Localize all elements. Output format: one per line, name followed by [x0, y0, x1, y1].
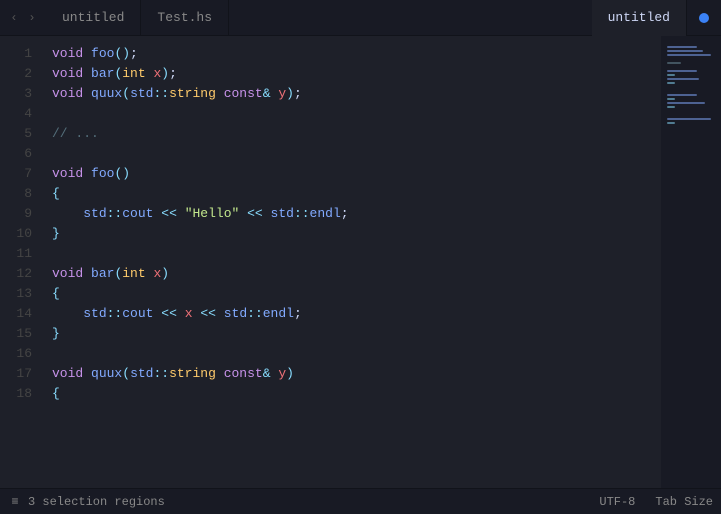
line-num: 4: [0, 104, 32, 124]
line-num: 16: [0, 344, 32, 364]
line-num: 12: [0, 264, 32, 284]
selection-text[interactable]: 3 selection regions: [28, 495, 165, 509]
status-bar: ≡ 3 selection regions UTF-8 Tab Size: [0, 488, 721, 514]
code-line-2: void bar(int x);: [52, 64, 661, 84]
line-num: 15: [0, 324, 32, 344]
line-num: 7: [0, 164, 32, 184]
tab-size-label[interactable]: Tab Size: [655, 495, 713, 509]
line-num: 9: [0, 204, 32, 224]
code-line-14: std::cout << x << std::endl;: [52, 304, 661, 324]
tab-label: Test.hs: [157, 10, 212, 25]
code-line-18: {: [52, 384, 661, 404]
code-line-12: void bar(int x): [52, 264, 661, 284]
line-num: 8: [0, 184, 32, 204]
status-left: ≡ 3 selection regions: [8, 495, 165, 509]
code-line-10: }: [52, 224, 661, 244]
status-right: UTF-8 Tab Size: [599, 495, 713, 509]
minimap: [661, 36, 721, 488]
line-num: 5: [0, 124, 32, 144]
code-line-7: void foo(): [52, 164, 661, 184]
line-num: 14: [0, 304, 32, 324]
line-num: 18: [0, 384, 32, 404]
selection-icon: ≡: [8, 495, 22, 509]
tab-bar: ‹ › untitled Test.hs untitled: [0, 0, 721, 36]
forward-button[interactable]: ›: [24, 10, 40, 26]
code-line-6: [52, 144, 661, 164]
code-line-11: [52, 244, 661, 264]
line-num: 6: [0, 144, 32, 164]
line-num: 17: [0, 364, 32, 384]
code-line-4: [52, 104, 661, 124]
code-line-5: // ...: [52, 124, 661, 144]
code-line-9: std::cout << "Hello" << std::endl;: [52, 204, 661, 224]
line-num: 3: [0, 84, 32, 104]
line-num: 11: [0, 244, 32, 264]
line-num: 2: [0, 64, 32, 84]
back-button[interactable]: ‹: [6, 10, 22, 26]
tab-untitled-1[interactable]: untitled: [46, 0, 141, 36]
code-line-8: {: [52, 184, 661, 204]
encoding-label[interactable]: UTF-8: [599, 495, 635, 509]
tab-right-area: [687, 13, 721, 23]
line-num: 13: [0, 284, 32, 304]
line-numbers: 1 2 3 4 5 6 7 8 9 10 11 12 13 14 15 16 1…: [0, 36, 42, 488]
code-editor[interactable]: void foo(); void bar(int x); void quux(s…: [42, 36, 661, 488]
code-line-16: [52, 344, 661, 364]
tab-label: untitled: [608, 10, 670, 25]
dot-indicator: [699, 13, 709, 23]
code-line-17: void quux(std::string const& y): [52, 364, 661, 384]
code-line-1: void foo();: [52, 44, 661, 64]
tab-test-hs[interactable]: Test.hs: [141, 0, 229, 36]
code-line-3: void quux(std::string const& y);: [52, 84, 661, 104]
minimap-svg: [665, 44, 717, 164]
code-line-15: }: [52, 324, 661, 344]
editor-area: 1 2 3 4 5 6 7 8 9 10 11 12 13 14 15 16 1…: [0, 36, 721, 488]
nav-buttons: ‹ ›: [0, 10, 46, 26]
code-line-13: {: [52, 284, 661, 304]
line-num: 1: [0, 44, 32, 64]
tab-label: untitled: [62, 10, 124, 25]
tab-untitled-active[interactable]: untitled: [592, 0, 687, 36]
line-num: 10: [0, 224, 32, 244]
